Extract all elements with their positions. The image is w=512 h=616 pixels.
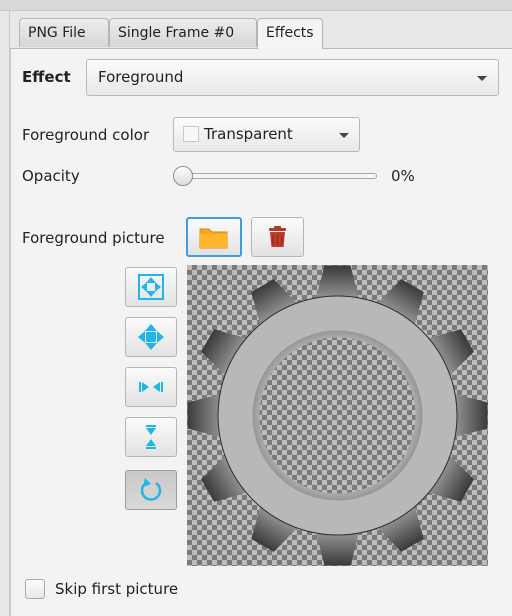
- tab-bar: PNG File Single Frame #0 Effects: [10, 18, 512, 49]
- opacity-label: Opacity: [22, 167, 80, 185]
- reset-icon: [140, 478, 162, 501]
- tab-label: Effects: [266, 25, 314, 41]
- open-picture-button[interactable]: [186, 217, 242, 257]
- tab-label: PNG File: [28, 25, 86, 41]
- effects-panel: Effect Foreground Foreground color Trans…: [10, 49, 512, 616]
- open-folder-icon: [199, 228, 228, 249]
- foreground-color-label: Foreground color: [22, 126, 150, 144]
- foreground-picture-preview: [187, 265, 488, 566]
- tab-single-frame[interactable]: Single Frame #0: [109, 18, 257, 47]
- delete-picture-button[interactable]: [251, 217, 304, 257]
- tab-effects[interactable]: Effects: [257, 18, 323, 49]
- chevron-down-icon: [477, 76, 487, 81]
- opacity-slider-track[interactable]: [175, 173, 377, 179]
- effect-dropdown[interactable]: Foreground: [86, 59, 499, 96]
- fit-horizontal-button[interactable]: [125, 367, 177, 407]
- foreground-picture-label: Foreground picture: [22, 229, 165, 247]
- tab-png-file[interactable]: PNG File: [19, 18, 109, 47]
- window-top-strip: [0, 0, 512, 11]
- fit-vertical-button[interactable]: [125, 417, 177, 457]
- opacity-value: 0%: [391, 167, 415, 185]
- trash-icon: [269, 226, 286, 247]
- foreground-color-selected: Transparent: [204, 125, 293, 143]
- skip-first-label: Skip first picture: [55, 580, 179, 598]
- fit-all-directions-icon: [138, 324, 164, 350]
- fit-both-icon: [138, 274, 164, 300]
- foreground-color-dropdown[interactable]: Transparent: [173, 117, 360, 152]
- skip-first-checkbox[interactable]: [25, 579, 45, 599]
- opacity-slider-thumb[interactable]: [173, 166, 193, 186]
- reset-button[interactable]: [125, 470, 177, 510]
- fit-all-directions-button[interactable]: [125, 317, 177, 357]
- chevron-down-icon: [339, 133, 349, 138]
- gear-icon: [187, 265, 488, 566]
- effect-selected: Foreground: [98, 68, 184, 86]
- tab-label: Single Frame #0: [118, 25, 235, 41]
- color-swatch-icon: [183, 126, 199, 142]
- effect-label: Effect: [22, 68, 71, 86]
- fit-both-button[interactable]: [125, 267, 177, 307]
- fit-vertical-icon: [146, 425, 156, 449]
- fit-horizontal-icon: [139, 382, 163, 392]
